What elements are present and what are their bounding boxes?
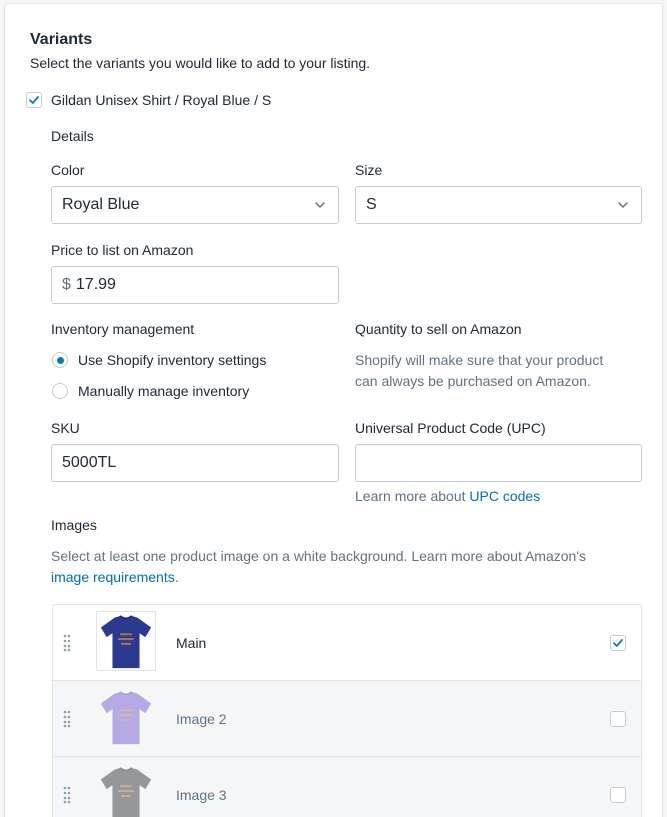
product-thumbnail [96, 763, 156, 817]
image-row-label: Image 3 [176, 787, 227, 803]
sku-input[interactable]: 5000TL [51, 444, 339, 482]
upc-help: Learn more about UPC codes [355, 486, 540, 507]
price-value: 17.99 [75, 276, 116, 293]
image-checkbox-main[interactable] [610, 635, 626, 651]
radio-shopify-inventory-label[interactable]: Use Shopify inventory settings [78, 352, 266, 368]
radio-shopify-inventory[interactable] [52, 352, 68, 368]
images-table: Main Image 2 Image 3 [52, 604, 642, 817]
quantity-help-line1: Shopify will make sure that your product [355, 352, 604, 368]
upc-label: Universal Product Code (UPC) [355, 420, 546, 436]
quantity-help-line2: can always be purchased on Amazon. [355, 373, 591, 389]
image-row-3[interactable]: Image 3 [53, 757, 641, 817]
price-input[interactable]: $ 17.99 [51, 266, 339, 304]
radio-manual-inventory[interactable] [52, 383, 68, 399]
quantity-heading: Quantity to sell on Amazon [355, 321, 522, 337]
size-select-value: S [366, 196, 377, 213]
drag-handle-icon[interactable] [63, 786, 71, 804]
variant-label[interactable]: Gildan Unisex Shirt / Royal Blue / S [51, 92, 271, 108]
checkmark-icon [29, 96, 39, 104]
variant-checkbox[interactable] [26, 92, 42, 108]
tshirt-image [100, 691, 152, 745]
currency-symbol: $ [62, 276, 71, 293]
drag-handle-icon[interactable] [63, 710, 71, 728]
drag-handle-icon[interactable] [63, 634, 71, 652]
upc-help-prefix: Learn more about [355, 488, 470, 504]
color-label: Color [51, 162, 85, 178]
chevron-down-icon [618, 202, 628, 208]
color-select-value: Royal Blue [62, 196, 140, 213]
details-heading: Details [51, 128, 94, 144]
image-checkbox-2[interactable] [610, 711, 626, 727]
tshirt-image [100, 767, 152, 817]
size-select[interactable]: S [355, 186, 642, 224]
radio-manual-inventory-label[interactable]: Manually manage inventory [78, 383, 249, 399]
images-help-line1: Select at least one product image on a w… [51, 548, 587, 564]
image-row-label: Image 2 [176, 711, 227, 727]
size-label: Size [355, 162, 383, 178]
image-row-2[interactable]: Image 2 [53, 681, 641, 757]
product-thumbnail [96, 611, 156, 671]
image-requirements-link[interactable]: image requirements [51, 569, 175, 585]
image-checkbox-3[interactable] [610, 787, 626, 803]
variants-card: Variants Select the variants you would l… [5, 4, 662, 817]
section-subtitle: Select the variants you would like to ad… [30, 55, 371, 71]
product-thumbnail [96, 687, 156, 747]
image-row-label: Main [176, 635, 207, 651]
chevron-down-icon [315, 202, 325, 208]
sku-value: 5000TL [62, 454, 117, 471]
checkmark-icon [613, 639, 623, 647]
color-select[interactable]: Royal Blue [51, 186, 339, 224]
image-row-main[interactable]: Main [53, 605, 641, 681]
tshirt-image [100, 615, 152, 669]
inventory-heading: Inventory management [51, 321, 195, 337]
images-help-suffix: . [174, 569, 179, 585]
upc-input[interactable] [355, 444, 642, 482]
images-heading: Images [51, 517, 97, 533]
sku-label: SKU [51, 420, 80, 436]
section-title: Variants [30, 31, 93, 48]
images-help-line2: image requirements. [51, 567, 179, 588]
radio-selected-dot [56, 356, 64, 364]
price-label: Price to list on Amazon [51, 242, 194, 258]
upc-codes-link[interactable]: UPC codes [469, 488, 540, 504]
